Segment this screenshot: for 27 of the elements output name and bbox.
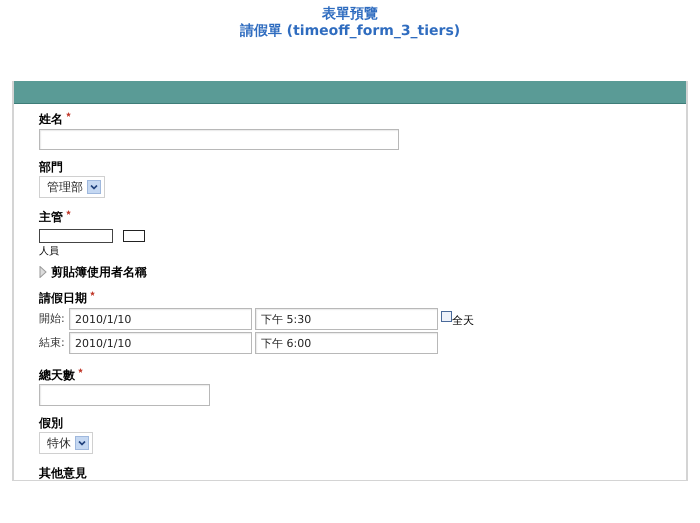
field-label: 其他意見 (39, 465, 87, 481)
row-label: 結束: (39, 336, 66, 350)
field-label: 部門 (39, 159, 63, 175)
dropdown[interactable]: 管理部 (39, 176, 105, 198)
person-field[interactable] (39, 229, 113, 243)
text-field[interactable] (39, 384, 210, 406)
expander-label[interactable]: 剪貼簿使用者名稱 (51, 264, 147, 280)
checkbox-label: 全天 (452, 314, 474, 328)
field-label: 姓名 (39, 111, 63, 127)
field-label: 主管 (39, 209, 63, 225)
field-label: 假別 (39, 415, 63, 431)
form-name: 請假單 (timeoff_form_3_tiers) (240, 23, 460, 40)
caret-icon (75, 436, 89, 450)
page-title: 表單預覽 (322, 6, 378, 23)
checkbox[interactable] (441, 311, 452, 322)
field-label: 請假日期 (39, 290, 87, 306)
time-field[interactable]: 下午 5:30 (255, 308, 438, 330)
dropdown[interactable]: 特休 (39, 432, 93, 454)
date-field[interactable]: 2010/1/10 (69, 308, 252, 330)
time-field[interactable]: 下午 6:00 (255, 332, 438, 354)
field-label: 總天數 (39, 367, 75, 383)
date-field[interactable]: 2010/1/10 (69, 332, 252, 354)
picker-button[interactable] (123, 230, 145, 242)
text-field[interactable] (39, 129, 399, 150)
row-label: 開始: (39, 312, 66, 326)
caret-icon (87, 180, 101, 194)
field-caption: 人員 (39, 246, 59, 258)
